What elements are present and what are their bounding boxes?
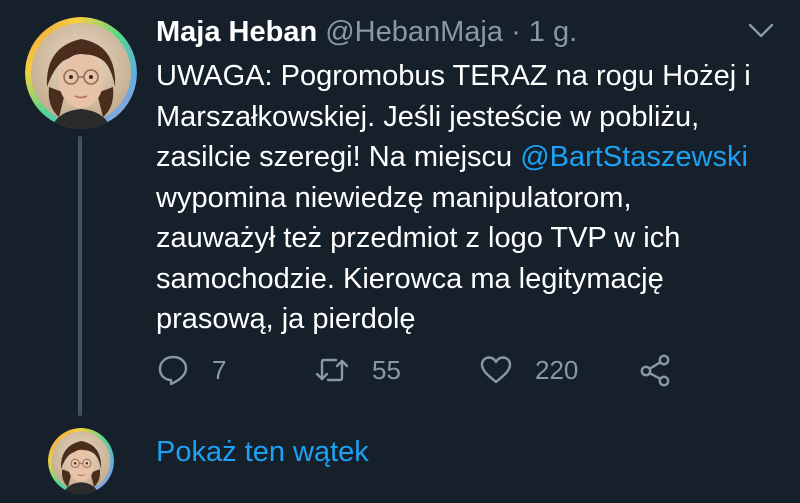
tweet-text: UWAGA: Pogromobus TERAZ na rogu Hożej i …: [156, 56, 776, 340]
show-thread-link[interactable]: Pokaż ten wątek: [156, 436, 369, 469]
share-button[interactable]: [638, 350, 672, 390]
heart-icon: [479, 354, 513, 386]
tweet-text-line: prasową, ja pierdolę: [156, 303, 416, 335]
thread-connector-line: [78, 136, 82, 416]
share-icon: [638, 353, 672, 387]
author-avatar[interactable]: [25, 17, 137, 129]
tweet-text-line: zasilcie szeregi! Na miejscu @BartStasze…: [156, 137, 776, 178]
thread-avatar[interactable]: [48, 428, 114, 494]
header-separator: ·: [511, 16, 521, 48]
avatar-photo: [25, 17, 137, 129]
tweet: Maja Heban @HebanMaja · 1 g. UWAGA: Pogr…: [0, 0, 800, 503]
tweet-text-segment: zasilcie szeregi! Na miejscu: [156, 141, 521, 173]
action-bar: 7 55 220: [156, 350, 716, 390]
tweet-text-line: samochodzie. Kierowca ma legitymację: [156, 262, 664, 295]
author-handle[interactable]: @HebanMaja: [325, 16, 503, 48]
tweet-timestamp[interactable]: 1 g.: [529, 16, 577, 48]
avatar-photo: [48, 428, 114, 494]
like-button[interactable]: 220: [479, 350, 578, 390]
retweet-button[interactable]: 55: [314, 350, 401, 390]
tweet-text-line: UWAGA: Pogromobus TERAZ na rogu Hożej i: [156, 60, 751, 92]
chevron-down-icon[interactable]: [748, 22, 774, 40]
tweet-text-line: wypomina niewiedzę manipulatorom,: [156, 181, 632, 214]
mention-link[interactable]: @BartStaszewski: [520, 141, 748, 173]
reply-button[interactable]: 7: [156, 350, 226, 390]
like-count: 220: [535, 354, 579, 385]
author-name[interactable]: Maja Heban: [156, 16, 317, 48]
reply-bubble-icon: [156, 353, 190, 387]
tweet-text-line: Marszałkowskiej. Jeśli jesteście w pobli…: [156, 100, 700, 133]
retweet-icon: [314, 353, 350, 387]
tweet-text-line: zauważył też przedmiot z logo TVP w ich: [156, 222, 681, 254]
retweet-count: 55: [372, 354, 401, 385]
tweet-header: Maja Heban @HebanMaja · 1 g.: [156, 14, 577, 50]
reply-count: 7: [212, 354, 227, 385]
